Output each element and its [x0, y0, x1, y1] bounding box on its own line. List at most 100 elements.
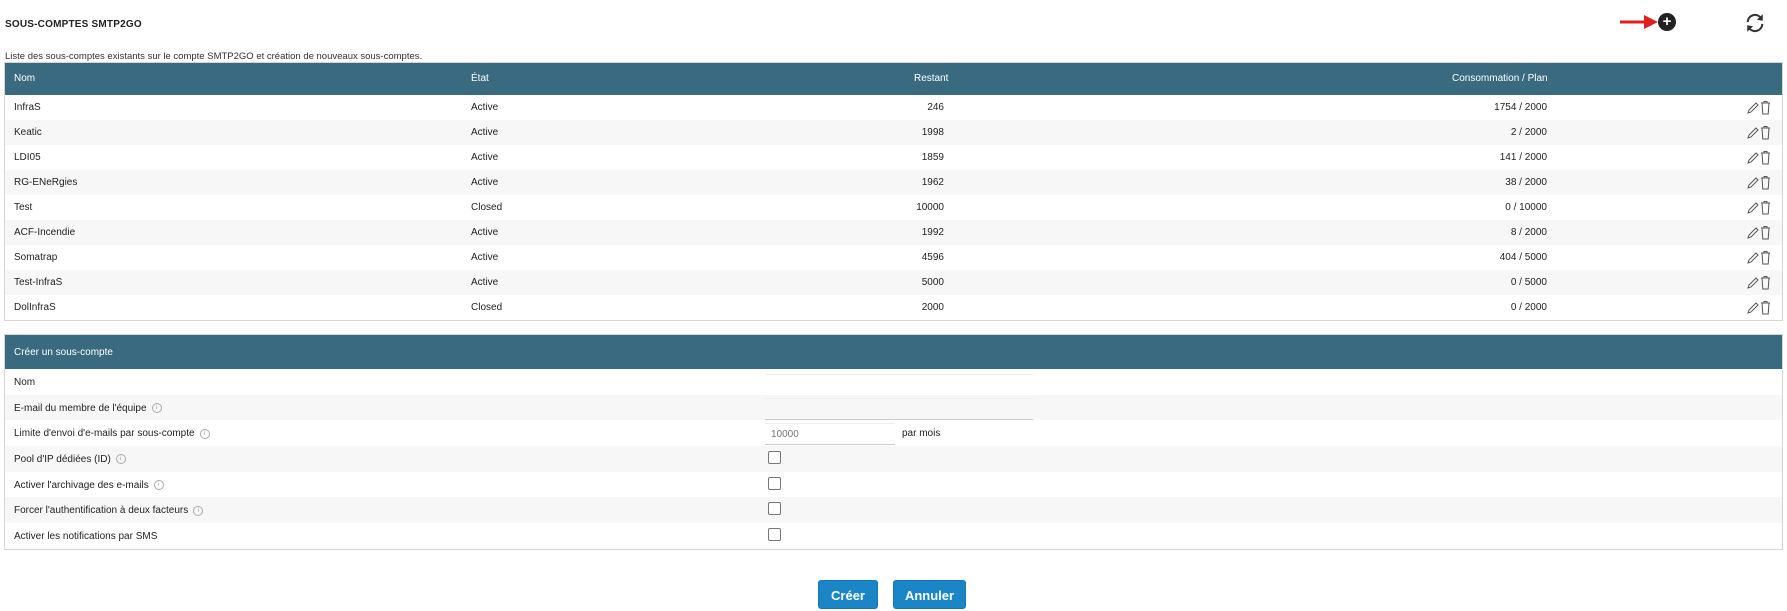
edit-pencil-icon[interactable]	[1746, 249, 1759, 266]
cell-conso: 1754 / 2000	[1494, 102, 1547, 113]
row-actions	[1746, 124, 1774, 141]
info-icon[interactable]: i	[115, 454, 126, 465]
cell-conso: 2 / 2000	[1510, 127, 1547, 138]
trash-icon[interactable]	[1759, 199, 1772, 216]
table-row: InfraS Active 246 1754 / 2000	[5, 95, 1782, 120]
twofa-label-text: Forcer l'authentification à deux facteur…	[14, 505, 189, 517]
nom-input[interactable]	[765, 374, 1033, 396]
form-row-2fa: Forcer l'authentification à deux facteur…	[5, 497, 1782, 524]
archive-label: Activer l'archivage des e-mails i	[14, 480, 164, 491]
edit-pencil-icon[interactable]	[1746, 124, 1759, 141]
cell-nom: Keatic	[14, 127, 42, 138]
row-actions	[1746, 174, 1774, 191]
trash-icon[interactable]	[1759, 224, 1772, 241]
form-buttons: Créer Annuler	[0, 580, 1787, 610]
cell-etat: Active	[471, 227, 499, 238]
edit-pencil-icon[interactable]	[1746, 274, 1759, 291]
sms-label: Activer les notifications par SMS	[14, 531, 158, 543]
cell-nom: Test	[14, 202, 33, 213]
trash-icon[interactable]	[1759, 299, 1772, 316]
trash-icon[interactable]	[1759, 149, 1772, 166]
limit-input[interactable]	[765, 423, 895, 446]
cancel-button[interactable]: Annuler	[893, 580, 966, 609]
info-icon[interactable]: i	[199, 428, 210, 439]
trash-icon[interactable]	[1759, 99, 1772, 116]
table-row: LDI05 Active 1859 141 / 2000	[5, 145, 1782, 170]
table-row: DolInfraS Closed 2000 0 / 2000	[5, 295, 1782, 320]
edit-pencil-icon[interactable]	[1746, 174, 1759, 191]
info-icon[interactable]: i	[193, 505, 204, 516]
refresh-icon[interactable]	[1744, 12, 1766, 34]
archive-label-text: Activer l'archivage des e-mails	[14, 479, 149, 491]
add-subaccount-button[interactable]: +	[1658, 13, 1676, 31]
row-actions	[1746, 199, 1774, 216]
nom-label: Nom	[14, 377, 36, 388]
edit-pencil-icon[interactable]	[1746, 149, 1759, 166]
page-subtitle: Liste des sous-comptes existants sur le …	[5, 51, 423, 62]
cell-conso: 38 / 2000	[1505, 177, 1547, 188]
row-actions	[1746, 99, 1774, 116]
table-row: Test-InfraS Active 5000 0 / 5000	[5, 270, 1782, 295]
row-actions	[1746, 299, 1774, 316]
cell-nom: Somatrap	[14, 252, 58, 263]
cell-conso: 8 / 2000	[1510, 227, 1547, 238]
plus-icon: +	[1662, 13, 1672, 30]
cell-restant: 1962	[921, 177, 944, 188]
cell-restant: 1859	[921, 152, 944, 163]
table-row: ACF-Incendie Active 1992 8 / 2000	[5, 220, 1782, 245]
table-row: Somatrap Active 4596 404 / 5000	[5, 245, 1782, 270]
cell-restant: 5000	[921, 277, 944, 288]
column-header-restant: Restant	[914, 73, 949, 84]
table-body: InfraS Active 246 1754 / 2000 Keatic Act…	[5, 95, 1782, 320]
trash-icon[interactable]	[1759, 249, 1772, 266]
pool-label-text: Pool d'IP dédiées (ID)	[14, 454, 111, 466]
cell-restant: 1998	[921, 127, 944, 138]
email-label-text: E-mail du membre de l'équipe	[14, 402, 147, 414]
info-icon[interactable]: i	[151, 403, 162, 414]
column-header-conso: Consommation / Plan	[1452, 73, 1548, 84]
pool-checkbox[interactable]	[768, 451, 781, 465]
form-row-limit: Limite d'envoi d'e-mails par sous-compte…	[5, 420, 1782, 446]
trash-icon[interactable]	[1759, 174, 1772, 191]
trash-icon[interactable]	[1759, 274, 1772, 291]
column-header-etat: État	[471, 73, 489, 84]
create-form-body: Nom E-mail du membre de l'équipe i Limite…	[5, 369, 1782, 549]
email-input[interactable]	[765, 397, 1033, 420]
table-header: Nom État Restant Consommation / Plan	[5, 63, 1782, 95]
cell-nom: Test-InfraS	[14, 277, 63, 288]
cell-nom: RG-ENeRgies	[14, 177, 78, 188]
top-actions: +	[1620, 10, 1764, 36]
limit-label-text: Limite d'envoi d'e-mails par sous-compte	[14, 428, 195, 440]
create-button[interactable]: Créer	[818, 580, 878, 609]
edit-pencil-icon[interactable]	[1746, 224, 1759, 241]
cell-nom: DolInfraS	[14, 302, 56, 313]
twofa-checkbox[interactable]	[768, 502, 781, 516]
pool-label: Pool d'IP dédiées (ID) i	[14, 454, 126, 465]
trash-icon[interactable]	[1759, 124, 1772, 141]
form-row-archive: Activer l'archivage des e-mails i	[5, 472, 1782, 498]
sms-checkbox[interactable]	[768, 528, 781, 542]
cell-etat: Active	[471, 277, 499, 288]
limit-label: Limite d'envoi d'e-mails par sous-compte…	[14, 428, 210, 439]
email-label: E-mail du membre de l'équipe i	[14, 403, 162, 414]
cell-etat: Active	[471, 102, 499, 113]
cell-conso: 0 / 10000	[1505, 202, 1547, 213]
info-icon[interactable]: i	[153, 480, 164, 491]
cell-etat: Closed	[471, 202, 503, 213]
row-actions	[1746, 224, 1774, 241]
cell-restant: 1992	[921, 227, 944, 238]
row-actions	[1746, 249, 1774, 266]
edit-pencil-icon[interactable]	[1746, 299, 1759, 316]
cell-restant: 246	[927, 102, 944, 113]
cell-restant: 4596	[921, 252, 944, 263]
form-row-pool: Pool d'IP dédiées (ID) i	[5, 446, 1782, 472]
edit-pencil-icon[interactable]	[1746, 99, 1759, 116]
edit-pencil-icon[interactable]	[1746, 199, 1759, 216]
form-row-email: E-mail du membre de l'équipe i	[5, 394, 1782, 421]
arrow-right-icon	[1620, 15, 1658, 29]
cell-etat: Active	[471, 127, 499, 138]
cell-conso: 141 / 2000	[1499, 152, 1547, 163]
create-panel-header: Créer un sous-compte	[5, 335, 1782, 369]
cell-conso: 0 / 2000	[1510, 302, 1547, 313]
archive-checkbox[interactable]	[768, 476, 781, 490]
